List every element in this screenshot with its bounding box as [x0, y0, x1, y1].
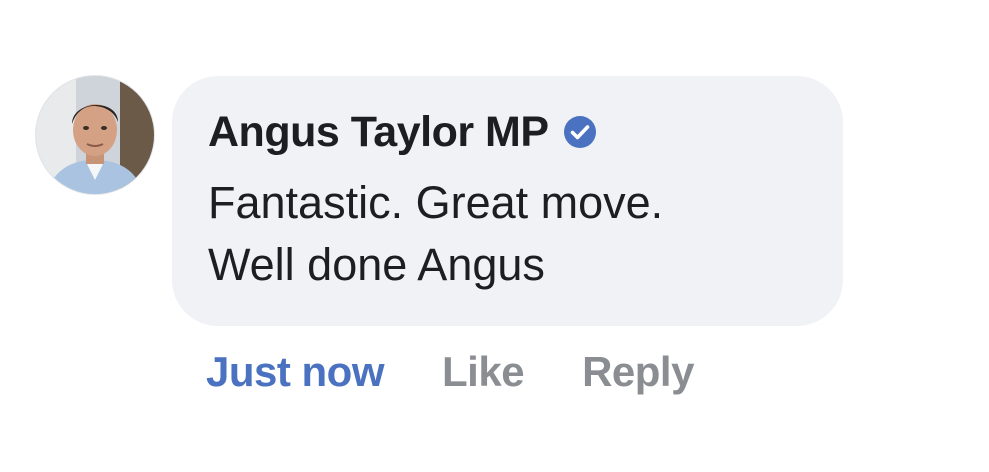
- avatar-photo: [36, 76, 154, 194]
- comment-text-line: Fantastic. Great move.: [208, 177, 664, 228]
- verified-check-icon: [563, 115, 597, 149]
- author-name[interactable]: Angus Taylor MP: [208, 108, 549, 157]
- timestamp-link[interactable]: Just now: [206, 348, 385, 396]
- reply-button[interactable]: Reply: [582, 348, 694, 396]
- comment-bubble: Angus Taylor MP Fantastic. Great move. W…: [172, 76, 843, 326]
- comment-text-line: Well done Angus: [208, 239, 545, 290]
- author-row: Angus Taylor MP: [208, 106, 597, 158]
- comment-actions: Just now Like Reply: [206, 340, 752, 404]
- avatar[interactable]: [36, 76, 154, 194]
- comment-text: Fantastic. Great move. Well done Angus: [208, 172, 828, 296]
- like-button[interactable]: Like: [442, 348, 525, 396]
- comment: Angus Taylor MP Fantastic. Great move. W…: [0, 0, 989, 472]
